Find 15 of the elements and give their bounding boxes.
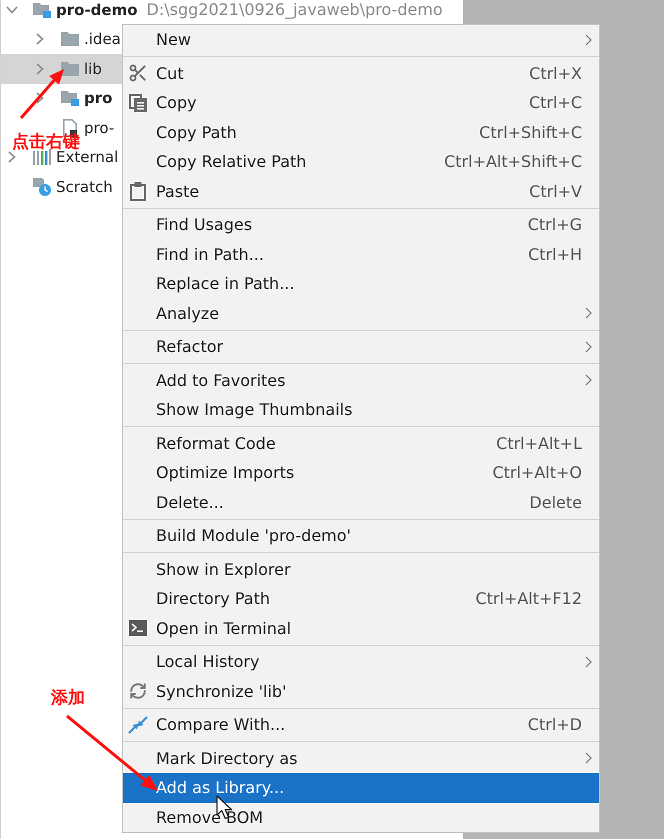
- shortcut-text: Ctrl+Shift+C: [479, 122, 582, 142]
- annotation-label: 点击右键: [12, 132, 80, 152]
- shortcut-text: Ctrl+Alt+L: [496, 434, 582, 453]
- shortcut-text: Ctrl+Alt+F12: [475, 589, 582, 608]
- annotation-label: 添加: [51, 688, 85, 708]
- shortcut-text: Ctrl+D: [528, 715, 582, 734]
- shortcut-text: Ctrl+G: [528, 215, 582, 234]
- shortcut-text: Delete: [529, 492, 582, 512]
- shortcut-text: Ctrl+X: [529, 64, 582, 83]
- shortcut-text: Ctrl+V: [529, 182, 582, 201]
- shortcut-text: Ctrl+Alt+O: [492, 463, 582, 482]
- shortcut-text: Ctrl+Alt+Shift+C: [444, 152, 582, 172]
- path-text: D:\sgg2021\0926_javaweb\pro-demo: [146, 0, 443, 20]
- shortcut-text: Ctrl+H: [528, 244, 582, 264]
- shortcut-text: Ctrl+C: [528, 93, 582, 112]
